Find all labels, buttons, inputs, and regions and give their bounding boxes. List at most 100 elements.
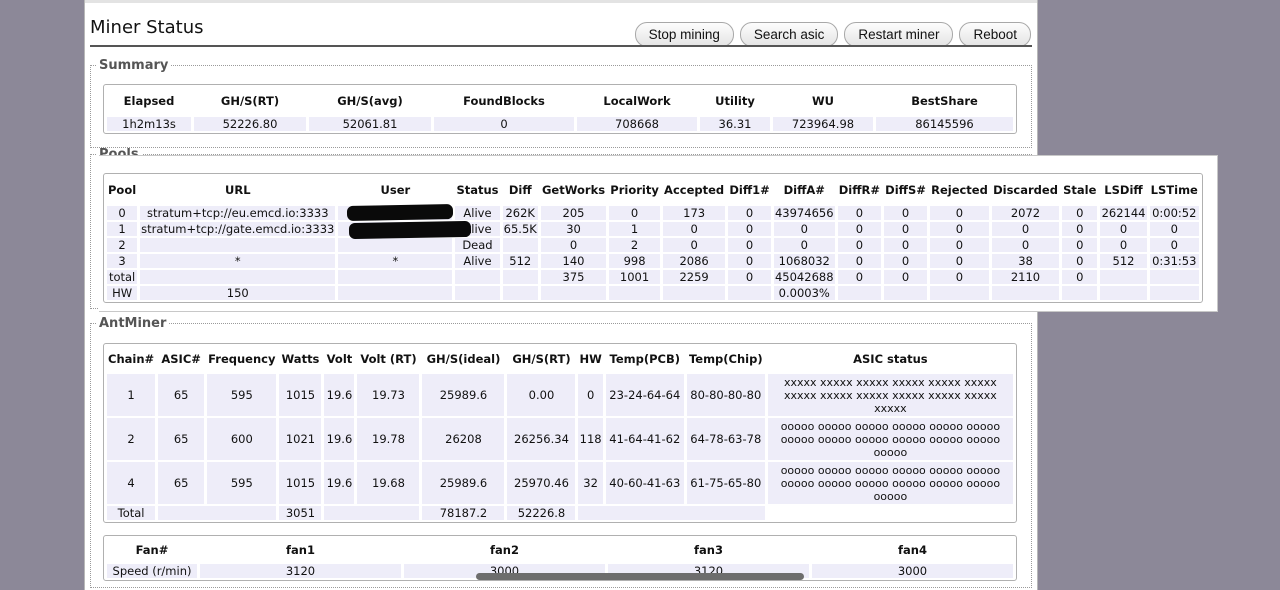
page-title: Miner Status [90,17,204,38]
summary-header: Elapsed [123,94,175,108]
summary-legend: Summary [99,58,169,73]
search-asic-button[interactable]: Search asic [739,22,839,47]
pools-header: DiffR# [838,183,881,197]
pools-cell: 43974656 [773,206,835,220]
chain-cell: 25989.6 [422,374,505,416]
pools-header: DiffA# [783,183,825,197]
miner-status-page: Miner Status Stop mining Search asic Res… [84,0,1218,590]
chain-cell: 23-24-64-64 [605,374,684,416]
pools-cell [502,270,538,284]
summary-cell: 0 [434,117,574,131]
chain-cell: 1015 [279,462,322,504]
chain-cell: 595 [207,462,277,504]
pools-cell: 0 [884,254,927,268]
pools-header: Diff1# [729,183,770,197]
summary-cell: 86145596 [876,117,1013,131]
pools-cell: 0 [884,238,927,252]
pools-cell: 0 [1062,206,1098,220]
summary-header: Utility [715,94,755,108]
antminer-table: Chain# ASIC# Frequency Watts Volt Volt (… [103,343,1017,523]
total-label: Total [107,506,156,520]
top-edge [85,0,1037,3]
pools-cell: Alive [455,206,500,220]
pools-header: Status [456,183,499,197]
pools-header: Stale [1063,183,1097,197]
pools-header: Pool [108,183,137,197]
antminer-header: Volt [326,352,353,366]
pools-cell: 0 [728,222,771,236]
antminer-header: Volt (RT) [360,352,417,366]
chain-cell: 26256.34 [507,418,576,460]
title-divider [90,45,1032,47]
pools-cell: 0 [662,238,726,252]
stop-mining-button[interactable]: Stop mining [634,22,734,47]
pools-cell: 0 [1149,238,1199,252]
summary-header: FoundBlocks [463,94,545,108]
pools-cell: 0 [662,222,726,236]
pools-cell: 262K [502,206,538,220]
antminer-header: Frequency [208,352,276,366]
hw-cell [837,286,882,300]
summary-header: LocalWork [603,94,671,108]
chain-cell: 4 [107,462,156,504]
antminer-header: Temp(Chip) [688,352,763,366]
pools-cell: Dead [455,238,500,252]
pools-cell: Alive [455,254,500,268]
chain-cell: 41-64-41-62 [605,418,684,460]
pools-cell: 0 [728,206,771,220]
hw-cell [502,286,538,300]
pools-cell: 0:31:53 [1149,254,1199,268]
chain-cell: 32 [578,462,603,504]
pools-cell: 1 [609,222,660,236]
pools-cell: 262144 [1100,206,1147,220]
pools-cell: 0 [1100,238,1147,252]
pools-cell: stratum+tcp://gate.emcd.io:3333 [140,222,336,236]
summary-cell: 1h2m13s [107,117,191,131]
hw-label: HW [107,286,138,300]
pools-header: Priority [610,183,659,197]
pools-cell: 0 [728,238,771,252]
antminer-legend: AntMiner [99,316,167,331]
pools-cell: total [107,270,138,284]
chain-cell: 25970.46 [507,462,576,504]
chain-cell: 64-78-63-78 [686,418,765,460]
table-row: 1h2m13s 52226.80 52061.81 0 708668 36.31… [107,117,1013,131]
pools-cell: 0 [884,270,927,284]
pools-cell: 512 [502,254,538,268]
hw-value: 150 [140,286,336,300]
horizontal-scrollbar[interactable] [476,573,804,580]
reboot-button[interactable]: Reboot [959,22,1031,47]
pools-header: DiffS# [885,183,926,197]
pools-cell [1149,270,1199,284]
pools-cell: stratum+tcp://eu.emcd.io:3333 [140,206,336,220]
restart-miner-button[interactable]: Restart miner [844,22,954,47]
pools-cell: 0 [929,206,989,220]
antminer-header: ASIC status [853,352,928,366]
chain-cell: 19.78 [357,418,420,460]
pools-cell [1100,270,1147,284]
chain-cell: 600 [207,418,277,460]
pools-cell: 0 [837,270,882,284]
pools-cell [502,238,538,252]
pools-cell: 2072 [991,206,1060,220]
fan-header: fan3 [694,543,723,557]
summary-table: Elapsed GH/S(RT) GH/S(avg) FoundBlocks L… [103,84,1017,134]
chain-cell: 2 [107,418,156,460]
pools-panel: Pool URL User Status Diff GetWorks Prior… [99,155,1218,312]
pools-cell: 2086 [662,254,726,268]
hw-cell [1100,286,1147,300]
pools-cell: 2259 [662,270,726,284]
summary-header: BestShare [911,94,978,108]
chain-cell: 26208 [422,418,505,460]
chain-cell: 1015 [279,374,322,416]
chain-cell: 595 [207,374,277,416]
asic-status-cell: ooooo ooooo ooooo ooooo ooooo ooooo oooo… [767,418,1013,460]
pools-cell [338,270,453,284]
action-buttons: Stop mining Search asic Restart miner Re… [634,22,1031,47]
summary-header: WU [811,94,835,108]
pools-header: LSDiff [1104,183,1143,197]
pools-header: LSTime [1150,183,1198,197]
summary-cell: 36.31 [700,117,770,131]
pools-cell [455,270,500,284]
pools-cell: 0 [1062,238,1098,252]
